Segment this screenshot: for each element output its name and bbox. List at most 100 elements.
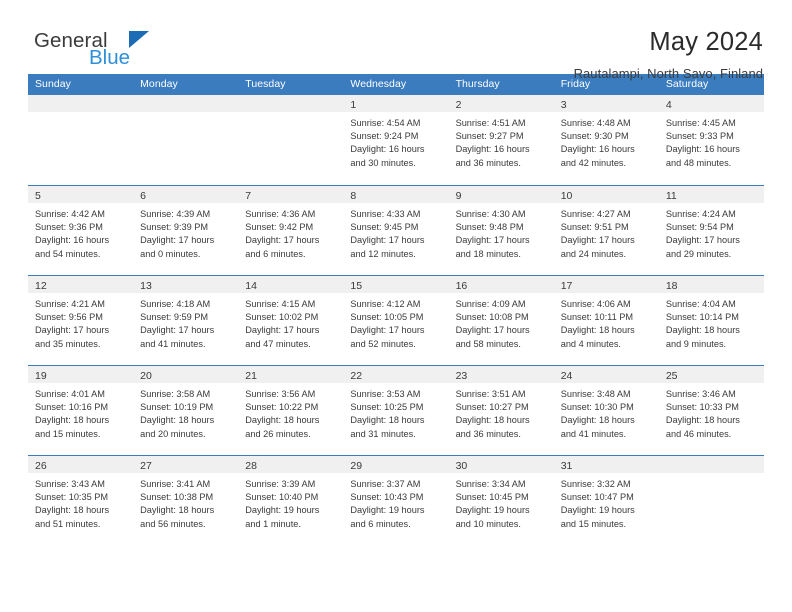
calendar-day-cell[interactable]: 2 Sunrise: 4:51 AM Sunset: 9:27 PM Daylight… (448, 95, 554, 185)
calendar-day-cell[interactable]: 24 Sunrise: 3:48 AM Sunset: 10:30 PM Daylig… (553, 366, 659, 455)
day-details: Sunrise: 4:42 AM Sunset: 9:36 PM Daylight:… (28, 203, 133, 261)
weekday-tuesday: Tuesday (245, 78, 286, 90)
day-number: 4 (665, 99, 672, 111)
calendar-day-cell[interactable]: 18 Sunrise: 4:04 AM Sunset: 10:14 PM Daylig… (658, 276, 764, 365)
sunset-text: Sunset: 10:08 PM (455, 312, 529, 323)
day-details: Sunrise: 3:41 AM Sunset: 10:38 PM Daylight… (133, 473, 238, 531)
calendar-day-cell[interactable]: 23 Sunrise: 3:51 AM Sunset: 10:27 PM Daylig… (448, 366, 554, 455)
day-number: 9 (455, 190, 462, 202)
calendar-week-row: 12 Sunrise: 4:21 AM Sunset: 9:56 PM Dayligh… (28, 275, 764, 365)
day-details: Sunrise: 4:15 AM Sunset: 10:02 PM Daylight… (238, 293, 343, 351)
calendar-day-cell[interactable]: 3 Sunrise: 4:48 AM Sunset: 9:30 PM Daylight… (553, 95, 659, 185)
day-number: 27 (140, 460, 152, 472)
daylight-text-line2: and 0 minutes. (140, 248, 201, 259)
sunset-text: Sunset: 10:33 PM (665, 402, 739, 413)
calendar-day-cell[interactable]: 19 Sunrise: 4:01 AM Sunset: 10:16 PM Daylig… (28, 366, 134, 455)
calendar-day-cell[interactable]: 9 Sunrise: 4:30 AM Sunset: 9:48 PM Daylight… (448, 186, 554, 275)
generalblue-logo[interactable]: General Blue (28, 28, 178, 80)
calendar-day-cell[interactable]: 27 Sunrise: 3:41 AM Sunset: 10:38 PM Daylig… (133, 456, 239, 545)
sunrise-text: Sunrise: 3:58 AM (140, 389, 211, 399)
sunset-text: Sunset: 10:43 PM (350, 492, 424, 503)
daylight-text-line2: and 58 minutes. (455, 338, 521, 349)
daylight-text-line1: Daylight: 16 hours (560, 144, 635, 155)
calendar-day-cell[interactable]: 14 Sunrise: 4:15 AM Sunset: 10:02 PM Daylig… (238, 276, 344, 365)
calendar-day-cell[interactable]: 25 Sunrise: 3:46 AM Sunset: 10:33 PM Daylig… (658, 366, 764, 455)
sunrise-text: Sunrise: 4:15 AM (245, 299, 316, 309)
daylight-text-line2: and 56 minutes. (140, 518, 206, 529)
sunset-text: Sunset: 10:22 PM (245, 402, 319, 413)
day-number-strip: 27 (133, 456, 239, 473)
day-number-strip: 3 (553, 95, 659, 112)
day-number: 13 (140, 280, 152, 292)
daylight-text-line2: and 20 minutes. (140, 428, 206, 439)
daylight-text-line2: and 30 minutes. (350, 157, 416, 168)
calendar-day-cell[interactable]: 15 Sunrise: 4:12 AM Sunset: 10:05 PM Daylig… (343, 276, 449, 365)
calendar-day-cell[interactable]: 4 Sunrise: 4:45 AM Sunset: 9:33 PM Daylight… (658, 95, 764, 185)
sunrise-text: Sunrise: 4:33 AM (350, 209, 421, 219)
day-number-strip: 11 (658, 186, 764, 203)
sunset-text: Sunset: 10:40 PM (245, 492, 319, 503)
day-number-strip: 29 (343, 456, 449, 473)
calendar-day-cell[interactable]: 7 Sunrise: 4:36 AM Sunset: 9:42 PM Daylight… (238, 186, 344, 275)
day-number: 6 (140, 190, 146, 202)
day-details: Sunrise: 4:24 AM Sunset: 9:54 PM Daylight:… (659, 203, 764, 261)
sunset-text: Sunset: 9:56 PM (35, 312, 103, 323)
calendar-day-cell[interactable]: 1 Sunrise: 4:54 AM Sunset: 9:24 PM Daylight… (343, 95, 449, 185)
calendar-day-cell[interactable]: 12 Sunrise: 4:21 AM Sunset: 9:56 PM Dayligh… (28, 276, 134, 365)
sunset-text: Sunset: 9:48 PM (455, 222, 524, 233)
sunrise-text: Sunrise: 4:54 AM (350, 118, 421, 128)
calendar-day-cell[interactable]: 31 Sunrise: 3:32 AM Sunset: 10:47 PM Daylig… (553, 456, 659, 545)
daylight-text-line1: Daylight: 18 hours (140, 415, 215, 426)
calendar-day-cell[interactable]: 13 Sunrise: 4:18 AM Sunset: 9:59 PM Dayligh… (133, 276, 239, 365)
daylight-text-line1: Daylight: 17 hours (245, 235, 320, 246)
calendar-week-row: 5 Sunrise: 4:42 AM Sunset: 9:36 PM Daylight… (28, 185, 764, 275)
daylight-text-line1: Daylight: 16 hours (455, 144, 530, 155)
calendar-day-cell[interactable]: 21 Sunrise: 3:56 AM Sunset: 10:22 PM Daylig… (238, 366, 344, 455)
daylight-text-line1: Daylight: 18 hours (35, 415, 110, 426)
calendar-day-cell[interactable]: 5 Sunrise: 4:42 AM Sunset: 9:36 PM Daylight… (28, 186, 134, 275)
calendar-week-row: 1 Sunrise: 4:54 AM Sunset: 9:24 PM Daylight… (28, 95, 764, 185)
calendar-day-cell[interactable]: 28 Sunrise: 3:39 AM Sunset: 10:40 PM Daylig… (238, 456, 344, 545)
calendar-day-cell[interactable]: 26 Sunrise: 3:43 AM Sunset: 10:35 PM Daylig… (28, 456, 134, 545)
calendar-day-cell[interactable]: 8 Sunrise: 4:33 AM Sunset: 9:45 PM Daylight… (343, 186, 449, 275)
day-number-strip: 16 (448, 276, 554, 293)
sunrise-text: Sunrise: 4:12 AM (350, 299, 421, 309)
weekday-wednesday: Wednesday (350, 78, 407, 90)
sunrise-text: Sunrise: 3:43 AM (35, 479, 105, 489)
daylight-text-line2: and 18 minutes. (455, 248, 521, 259)
sunrise-text: Sunrise: 4:51 AM (455, 118, 526, 128)
calendar-day-cell[interactable]: 30 Sunrise: 3:34 AM Sunset: 10:45 PM Daylig… (448, 456, 554, 545)
calendar-day-cell[interactable]: 29 Sunrise: 3:37 AM Sunset: 10:43 PM Daylig… (343, 456, 449, 545)
day-details: Sunrise: 4:09 AM Sunset: 10:08 PM Daylight… (449, 293, 554, 351)
daylight-text-line1: Daylight: 17 hours (245, 325, 320, 336)
day-number-strip: 23 (448, 366, 554, 383)
calendar-day-cell[interactable]: 6 Sunrise: 4:39 AM Sunset: 9:39 PM Daylight… (133, 186, 239, 275)
sunset-text: Sunset: 9:30 PM (560, 131, 629, 142)
calendar-day-cell[interactable]: 11 Sunrise: 4:24 AM Sunset: 9:54 PM Dayligh… (658, 186, 764, 275)
day-number-strip: 21 (238, 366, 344, 383)
daylight-text-line1: Daylight: 18 hours (35, 505, 110, 516)
daylight-text-line2: and 1 minute. (245, 518, 301, 529)
daylight-text-line1: Daylight: 17 hours (455, 325, 530, 336)
calendar-day-cell-empty (238, 95, 344, 185)
calendar-day-cell[interactable]: 17 Sunrise: 4:06 AM Sunset: 10:11 PM Daylig… (553, 276, 659, 365)
day-number: 30 (455, 460, 468, 472)
day-details: Sunrise: 4:36 AM Sunset: 9:42 PM Daylight:… (238, 203, 343, 261)
day-number-strip: 9 (448, 186, 554, 203)
sunset-text: Sunset: 9:59 PM (140, 312, 209, 323)
daylight-text-line1: Daylight: 17 hours (35, 325, 110, 336)
daylight-text-line1: Daylight: 17 hours (350, 325, 425, 336)
day-details: Sunrise: 4:06 AM Sunset: 10:11 PM Daylight… (554, 293, 659, 351)
calendar-day-cell[interactable]: 16 Sunrise: 4:09 AM Sunset: 10:08 PM Daylig… (448, 276, 554, 365)
calendar-day-cell[interactable]: 22 Sunrise: 3:53 AM Sunset: 10:25 PM Daylig… (343, 366, 449, 455)
day-number-strip: 18 (658, 276, 764, 293)
daylight-text-line2: and 24 minutes. (560, 248, 627, 259)
daylight-text-line1: Daylight: 18 hours (140, 505, 215, 516)
calendar-day-cell[interactable]: 20 Sunrise: 3:58 AM Sunset: 10:19 PM Daylig… (133, 366, 239, 455)
day-number-strip: 14 (238, 276, 344, 293)
daylight-text-line2: and 12 minutes. (350, 248, 416, 259)
calendar-day-cell[interactable]: 10 Sunrise: 4:27 AM Sunset: 9:51 PM Dayligh… (553, 186, 659, 275)
calendar-day-cell-empty (658, 456, 764, 545)
sunrise-text: Sunrise: 4:24 AM (665, 209, 736, 219)
day-details: Sunrise: 3:58 AM Sunset: 10:19 PM Daylight… (133, 383, 238, 441)
